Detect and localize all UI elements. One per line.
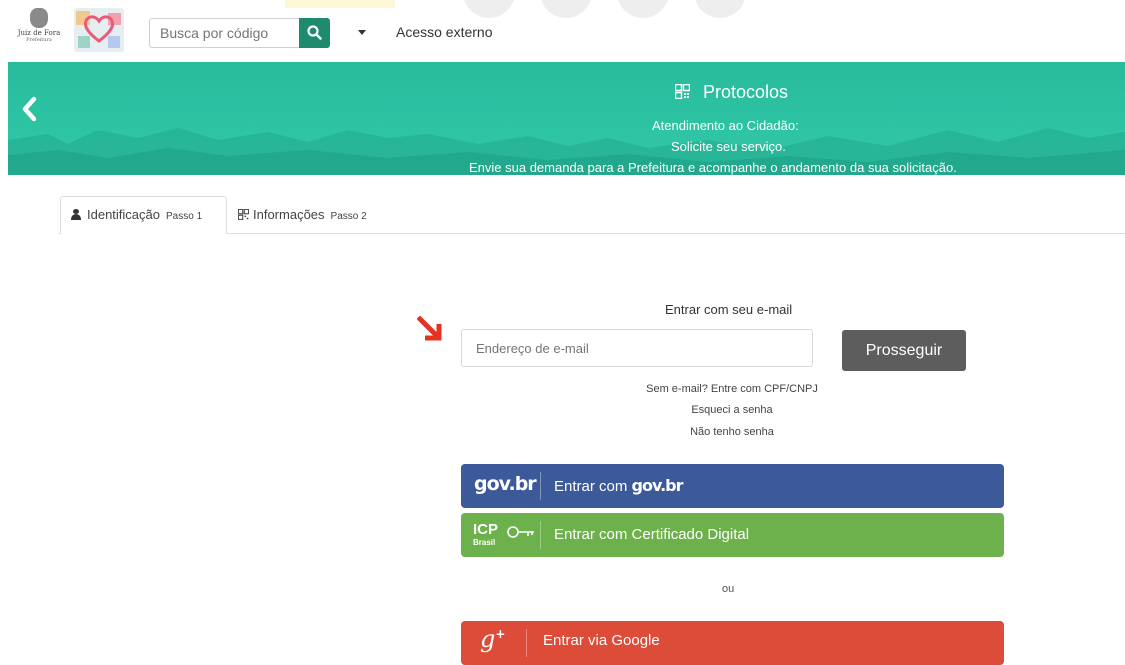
- login-title: Entrar com seu e-mail: [665, 302, 793, 317]
- logo-city-name: Juiz de Fora: [17, 29, 61, 37]
- banner-line-1: Atendimento ao Cidadão:: [652, 118, 799, 133]
- qr-grid-icon: [237, 208, 250, 221]
- search-button[interactable]: [299, 18, 330, 48]
- cpf-login-link[interactable]: Sem e-mail? Entre com CPF/CNPJ: [612, 383, 852, 395]
- banner-line-2: Solicite seu serviço.: [671, 139, 786, 154]
- heart-program-logo[interactable]: [74, 8, 124, 52]
- govbr-logo: gov.br: [474, 473, 537, 495]
- prosseguir-button[interactable]: Prosseguir: [842, 330, 966, 371]
- user-icon: [71, 209, 81, 220]
- svg-text:ICP: ICP: [473, 521, 498, 538]
- logo-city-subtitle: Prefeitura: [26, 37, 52, 43]
- forgot-password-link[interactable]: Esqueci a senha: [612, 404, 852, 416]
- external-access-link[interactable]: Acesso externo: [396, 24, 493, 40]
- banner-title-text: Protocolos: [703, 82, 789, 102]
- red-arrow-icon: [417, 316, 442, 341]
- no-password-link[interactable]: Não tenho senha: [612, 426, 852, 438]
- top-bar: Juiz de Fora Prefeitura Acesso externo: [0, 0, 1125, 62]
- heart-icon: [83, 15, 115, 43]
- highlight-strip: [285, 0, 395, 8]
- tab-label: Identificação: [87, 207, 160, 222]
- tab-step: Passo 1: [166, 211, 203, 222]
- back-chevron-left-icon[interactable]: [20, 96, 38, 122]
- google-plus-icon: g+: [480, 625, 506, 653]
- google-label: Entrar via Google: [543, 632, 660, 649]
- certificate-login-button[interactable]: ICP Brasil Entrar com Certificado Digita…: [461, 513, 1004, 557]
- city-crest-icon: [30, 8, 48, 28]
- tab-step: Passo 2: [330, 211, 367, 222]
- govbr-label: Entrar com gov.br: [554, 476, 684, 495]
- tab-label: Informações: [253, 207, 325, 222]
- govbr-login-button[interactable]: gov.br Entrar com gov.br: [461, 464, 1004, 508]
- tab-informacoes[interactable]: Informações Passo 2: [237, 207, 367, 222]
- banner-line-3: Envie sua demanda para a Prefeitura e ac…: [469, 160, 957, 175]
- icp-brasil-logo: ICP Brasil: [473, 521, 534, 547]
- search-icon: [307, 25, 322, 40]
- email-field[interactable]: [461, 329, 813, 367]
- page-banner: Protocolos Atendimento ao Cidadão: Solic…: [8, 62, 1125, 175]
- or-divider: ou: [722, 583, 735, 595]
- tab-identificacao[interactable]: Identificação Passo 1: [71, 207, 202, 222]
- certificate-label: Entrar com Certificado Digital: [554, 526, 750, 543]
- juiz-de-fora-logo[interactable]: Juiz de Fora Prefeitura: [14, 8, 64, 44]
- svg-text:Brasil: Brasil: [473, 538, 495, 547]
- protocol-search-input[interactable]: [149, 18, 299, 48]
- google-login-button[interactable]: g+ Entrar via Google: [461, 621, 1004, 665]
- chevron-down-icon[interactable]: [358, 30, 366, 35]
- qr-grid-icon: [675, 84, 690, 99]
